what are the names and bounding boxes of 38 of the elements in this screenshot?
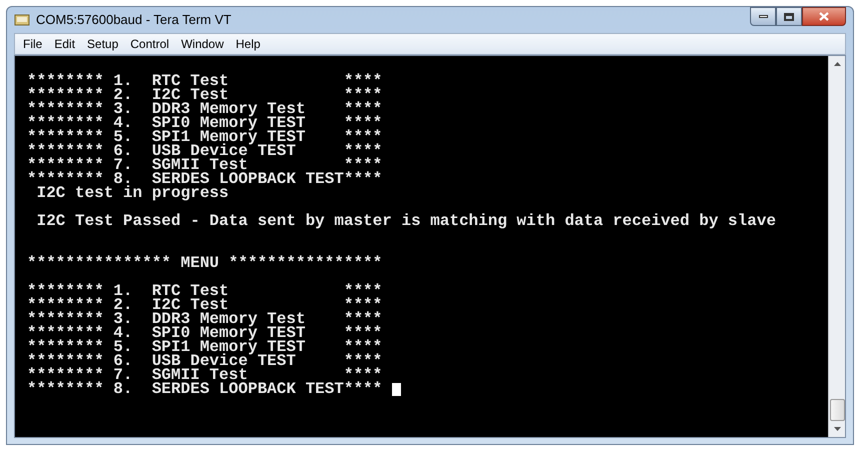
window-title: COM5:57600baud - Tera Term VT xyxy=(36,11,232,30)
terminal-line: I2C Test Passed - Data sent by master is matching with data received by slave xyxy=(36,214,776,228)
minimize-icon xyxy=(758,15,768,18)
terminal-line: ******** 8. SERDES LOOPBACK TEST**** xyxy=(27,172,382,186)
menu-item[interactable]: Control xyxy=(124,35,176,53)
maximize-button[interactable] xyxy=(776,7,802,26)
vertical-scrollbar[interactable] xyxy=(828,56,845,437)
scrollbar-thumb[interactable] xyxy=(830,399,844,421)
close-icon xyxy=(819,12,829,21)
terminal-line: ******** 7. SGMII Test **** xyxy=(27,368,382,382)
terminal-line: ******** 3. DDR3 Memory Test **** xyxy=(27,102,382,116)
terminal-line: ******** 6. USB Device TEST **** xyxy=(27,354,382,368)
terminal-line: ******** 4. SPI0 Memory TEST **** xyxy=(27,116,382,130)
terminal-line: ******** 1. RTC Test **** xyxy=(27,284,382,298)
menu-item[interactable]: Help xyxy=(230,35,266,53)
close-button[interactable] xyxy=(802,7,846,26)
menu-item[interactable]: File xyxy=(17,35,48,53)
terminal-line: ******** 5. SPI1 Memory TEST **** xyxy=(27,340,382,354)
terminal-line: I2C test in progress xyxy=(36,186,229,200)
terminal-app-icon xyxy=(14,13,30,27)
terminal-line: ******** 8. SERDES LOOPBACK TEST**** xyxy=(27,382,382,396)
terminal-line: ******** 6. USB Device TEST **** xyxy=(27,144,382,158)
terminal-line: ******** 2. I2C Test **** xyxy=(27,298,382,312)
scroll-up-icon xyxy=(834,62,840,66)
minimize-button[interactable] xyxy=(750,7,776,26)
scroll-down-icon xyxy=(834,427,840,431)
terminal-line: ******** 5. SPI1 Memory TEST **** xyxy=(27,130,382,144)
terminal-line: ******** 4. SPI0 Memory TEST **** xyxy=(27,326,382,340)
menu-item[interactable]: Edit xyxy=(48,35,82,53)
terminal-line: *************** MENU **************** xyxy=(27,256,382,270)
terminal-line: ******** 3. DDR3 Memory Test **** xyxy=(27,312,382,326)
terminal-line: ******** 2. I2C Test **** xyxy=(27,88,382,102)
menu-item[interactable]: Setup xyxy=(81,35,124,53)
terminal-line: ******** 7. SGMII Test **** xyxy=(27,158,382,172)
text-cursor xyxy=(392,382,402,396)
maximize-icon xyxy=(784,12,794,20)
menu-item[interactable]: Window xyxy=(175,35,230,53)
terminal-line: ******** 1. RTC Test **** xyxy=(27,74,382,88)
